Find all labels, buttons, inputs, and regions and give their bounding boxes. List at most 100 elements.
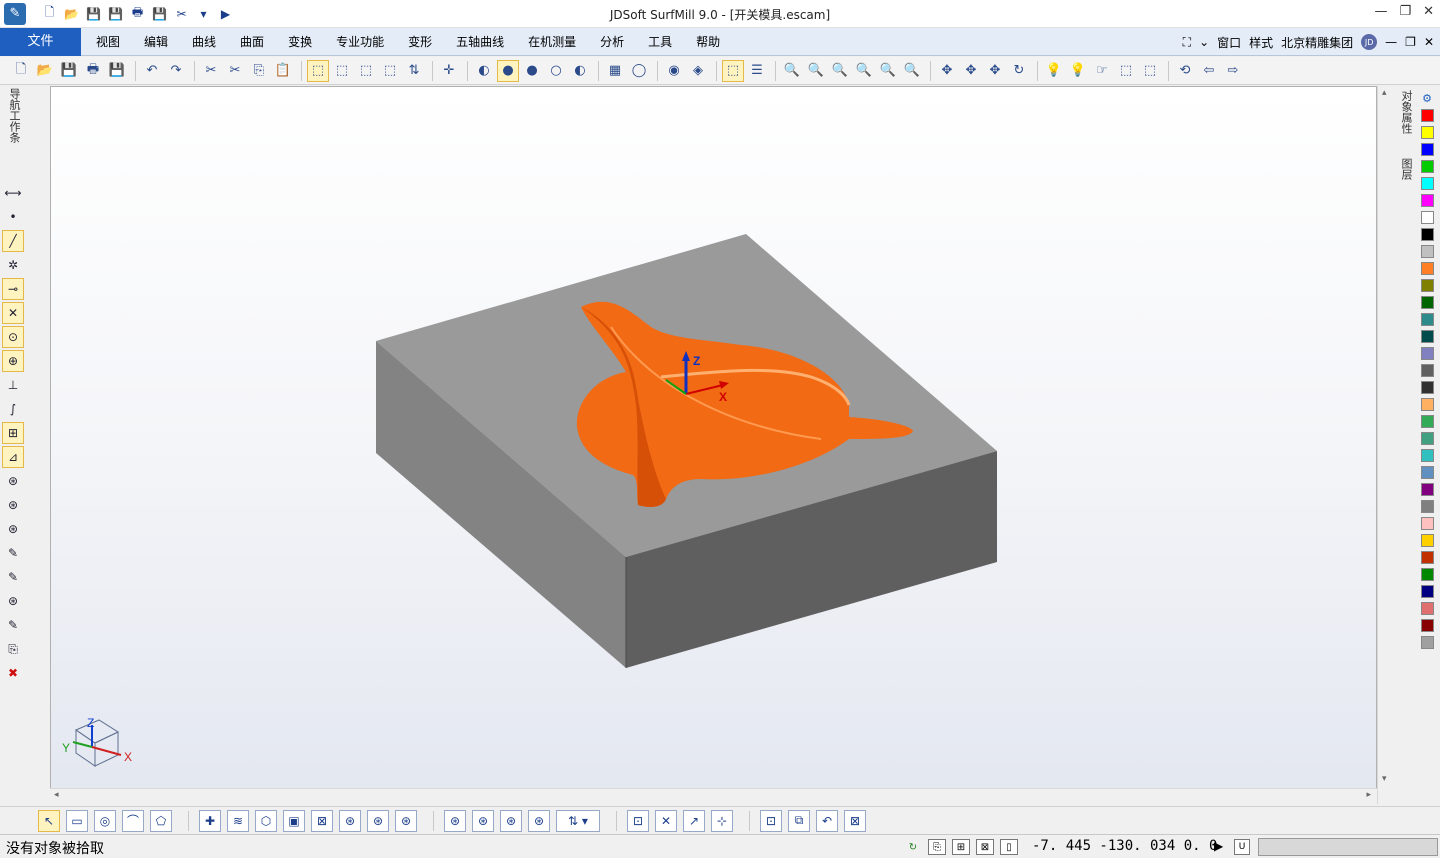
left-tool-icon[interactable]: ⊸ xyxy=(2,278,24,300)
toolbar-button-icon[interactable]: ✂ xyxy=(200,60,222,82)
bottom-tool-icon[interactable]: ⬡ xyxy=(255,809,277,832)
color-swatch[interactable] xyxy=(1420,483,1434,496)
object-properties-tab[interactable]: 对象属性 xyxy=(1398,90,1414,134)
file-menu-tab[interactable]: 文件 xyxy=(0,28,81,56)
toolbar-button-icon[interactable]: ○ xyxy=(545,60,567,82)
toolbar-button-icon[interactable]: ↶ xyxy=(141,60,163,82)
toolbar-button-icon[interactable]: ✥ xyxy=(984,60,1006,82)
left-tool-icon[interactable]: ⎘ xyxy=(2,638,24,660)
color-swatch[interactable] xyxy=(1420,211,1434,224)
toolbar-button-icon[interactable]: ◐ xyxy=(569,60,591,82)
color-swatch[interactable] xyxy=(1420,619,1434,632)
toolbar-button-icon[interactable]: ⬚ xyxy=(355,60,377,82)
color-swatch[interactable] xyxy=(1420,279,1434,292)
color-swatch[interactable] xyxy=(1420,585,1434,598)
toolbar-button-icon[interactable]: ⬚ xyxy=(722,59,744,82)
menu-item[interactable]: 变形 xyxy=(396,28,444,56)
color-swatch[interactable] xyxy=(1420,551,1434,564)
bottom-tool-icon[interactable]: ⊛ xyxy=(367,809,389,832)
color-swatch[interactable] xyxy=(1420,228,1434,241)
left-tool-icon[interactable]: ✖ xyxy=(2,662,24,684)
scroll-left-icon[interactable]: ◂ xyxy=(54,790,59,800)
color-swatch[interactable] xyxy=(1420,415,1434,428)
color-swatch[interactable] xyxy=(1420,262,1434,275)
toolbar-button-icon[interactable]: ☰ xyxy=(746,60,768,82)
bottom-tool-icon[interactable]: ▭ xyxy=(66,809,88,832)
left-tool-icon[interactable]: ⊕ xyxy=(2,350,24,372)
left-tool-icon[interactable]: ⊛ xyxy=(2,590,24,612)
menu-item[interactable]: 视图 xyxy=(84,28,132,56)
bottom-tool-icon[interactable]: ⊛ xyxy=(444,809,466,832)
menu-item[interactable]: 曲面 xyxy=(228,28,276,56)
left-tool-icon[interactable]: ⊞ xyxy=(2,422,24,444)
bottom-tool-icon[interactable]: ↶ xyxy=(816,809,838,832)
menu-item[interactable]: 帮助 xyxy=(684,28,732,56)
color-swatch[interactable] xyxy=(1420,432,1434,445)
color-swatch[interactable] xyxy=(1420,296,1434,309)
left-tool-icon[interactable]: ╱ xyxy=(2,230,24,252)
color-swatch[interactable] xyxy=(1420,194,1434,207)
bottom-tool-icon[interactable]: ⊛ xyxy=(500,809,522,832)
bottom-tool-icon[interactable]: ✕ xyxy=(655,809,677,832)
bottom-tool-icon[interactable]: ↖ xyxy=(38,809,60,832)
menu-item[interactable]: 曲线 xyxy=(180,28,228,56)
bottom-tool-icon[interactable]: ⧉ xyxy=(788,809,810,832)
left-tool-icon[interactable]: ⊿ xyxy=(2,446,24,468)
toolbar-button-icon[interactable]: ⬚ xyxy=(1115,60,1137,82)
color-swatch[interactable] xyxy=(1420,568,1434,581)
toolbar-button-icon[interactable]: ▦ xyxy=(604,60,626,82)
color-swatch[interactable] xyxy=(1420,126,1434,139)
toolbar-button-icon[interactable]: ☞ xyxy=(1091,60,1113,82)
color-swatch[interactable] xyxy=(1420,500,1434,513)
style-menu[interactable]: 样式 xyxy=(1249,34,1273,51)
doc-restore-button[interactable]: ❐ xyxy=(1405,35,1416,49)
color-swatch[interactable] xyxy=(1420,245,1434,258)
chevron-down-icon[interactable]: ⌄ xyxy=(1199,35,1209,49)
toolbar-button-icon[interactable]: ✛ xyxy=(438,60,460,82)
left-tool-icon[interactable]: ✎ xyxy=(2,614,24,636)
color-swatch[interactable] xyxy=(1420,602,1434,615)
toolbar-button-icon[interactable]: ⟲ xyxy=(1174,60,1196,82)
toolbar-button-icon[interactable]: ⇨ xyxy=(1222,60,1244,82)
color-swatch[interactable] xyxy=(1420,636,1434,649)
menu-item[interactable]: 编辑 xyxy=(132,28,180,56)
toolbar-button-icon[interactable]: 📋 xyxy=(272,60,294,82)
toolbar-button-icon[interactable]: 💡 xyxy=(1043,60,1065,82)
menu-item[interactable]: 专业功能 xyxy=(324,28,396,56)
toolbar-button-icon[interactable]: ↷ xyxy=(165,60,187,82)
status-icon[interactable]: ⊠ xyxy=(976,839,994,855)
play-icon[interactable]: ▶ xyxy=(1214,839,1228,855)
toolbar-button-icon[interactable]: ◈ xyxy=(687,60,709,82)
scroll-up-icon[interactable]: ▴ xyxy=(1382,88,1387,98)
menu-item[interactable]: 变换 xyxy=(276,28,324,56)
bottom-tool-icon[interactable]: ⇅ ▾ xyxy=(556,809,600,832)
bottom-tool-icon[interactable]: ⊡ xyxy=(760,809,782,832)
color-swatch[interactable] xyxy=(1420,466,1434,479)
bottom-tool-icon[interactable]: ⊛ xyxy=(395,809,417,832)
bottom-tool-icon[interactable]: ✚ xyxy=(199,809,221,832)
color-swatch[interactable] xyxy=(1420,449,1434,462)
color-swatch[interactable] xyxy=(1420,160,1434,173)
bottom-tool-icon[interactable]: ⊠ xyxy=(311,809,333,832)
bottom-tool-icon[interactable]: ◎ xyxy=(94,809,116,832)
left-tool-icon[interactable]: ✕ xyxy=(2,302,24,324)
avatar[interactable]: JD xyxy=(1361,34,1378,50)
minimize-button[interactable]: — xyxy=(1374,4,1387,19)
bottom-tool-icon[interactable]: ⊡ xyxy=(627,809,649,832)
menu-item[interactable]: 在机测量 xyxy=(516,28,588,56)
left-tool-icon[interactable]: ✎ xyxy=(2,542,24,564)
toolbar-button-icon[interactable]: ⬚ xyxy=(307,59,329,82)
fullscreen-icon[interactable]: ⛶ xyxy=(1183,35,1191,50)
palette-settings-icon[interactable]: ⚙ xyxy=(1422,92,1432,105)
toolbar-button-icon[interactable]: 💾 xyxy=(106,60,128,82)
toolbar-button-icon[interactable]: ◉ xyxy=(663,60,685,82)
scroll-down-icon[interactable]: ▾ xyxy=(1382,774,1387,784)
bottom-tool-icon[interactable]: ≋ xyxy=(227,809,249,832)
u-toggle-button[interactable]: U xyxy=(1234,839,1250,855)
vertical-scrollbar[interactable]: ▴ ▾ xyxy=(1377,86,1393,804)
bottom-tool-icon[interactable]: ⬠ xyxy=(150,809,172,832)
left-tool-icon[interactable]: ⟷ xyxy=(2,182,24,204)
toolbar-button-icon[interactable]: 💡 xyxy=(1067,60,1089,82)
bottom-tool-icon[interactable]: ▣ xyxy=(283,809,305,832)
toolbar-button-icon[interactable]: 🔍 xyxy=(853,60,875,82)
